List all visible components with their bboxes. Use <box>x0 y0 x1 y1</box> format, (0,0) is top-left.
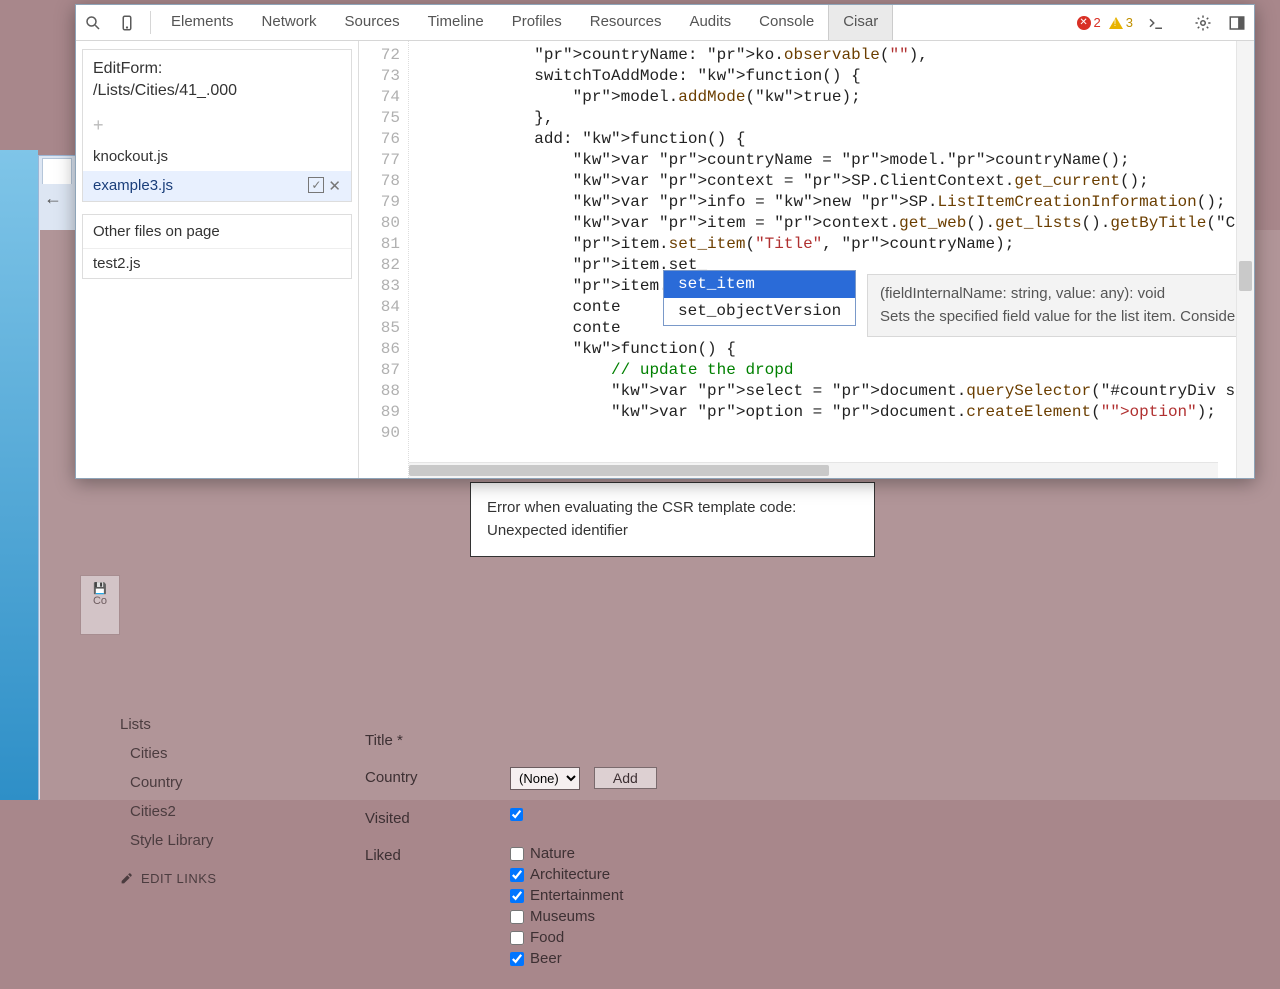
tab-network[interactable]: Network <box>248 5 331 40</box>
tab-profiles[interactable]: Profiles <box>498 5 576 40</box>
warning-count[interactable]: 3 <box>1109 15 1133 30</box>
sp-form: Title * Country (None) Add Visited Liked… <box>365 730 965 989</box>
separator <box>150 11 151 34</box>
liked-checkbox[interactable] <box>510 931 524 945</box>
browser-back-icon[interactable]: ← <box>44 188 62 209</box>
file-close-icon[interactable]: ✕ <box>328 177 341 195</box>
error-count[interactable]: ✕2 <box>1077 15 1101 30</box>
liked-checkbox[interactable] <box>510 847 524 861</box>
file-test2[interactable]: test2.js <box>83 249 351 278</box>
sp-nav-heading[interactable]: Lists <box>100 710 290 739</box>
sp-country-select[interactable]: (None) <box>510 767 580 790</box>
signature-tooltip: (fieldInternalName: string, value: any):… <box>867 274 1236 337</box>
device-mode-icon[interactable] <box>110 5 144 40</box>
cisar-sidebar: EditForm: /Lists/Cities/41_.000 + knocko… <box>76 41 359 478</box>
tab-elements[interactable]: Elements <box>157 5 248 40</box>
autocomplete-popup[interactable]: set_itemset_objectVersion <box>663 270 856 326</box>
sp-visited-checkbox[interactable] <box>510 808 523 821</box>
devtools-body: EditForm: /Lists/Cities/41_.000 + knocko… <box>76 41 1254 478</box>
liked-nature[interactable]: Nature <box>510 845 623 862</box>
liked-food[interactable]: Food <box>510 929 623 946</box>
devtools-window: ElementsNetworkSourcesTimelineProfilesRe… <box>75 4 1255 479</box>
horizontal-scrollbar[interactable] <box>409 462 1218 478</box>
file-check-icon[interactable]: ✓ <box>308 177 324 193</box>
sp-country-label: Country <box>365 767 510 786</box>
sp-liked-label: Liked <box>365 845 510 864</box>
liked-entertainment[interactable]: Entertainment <box>510 887 623 904</box>
liked-museums[interactable]: Museums <box>510 908 623 925</box>
line-gutter: 72 73 74 75 76 77 78 79 80 81 82 83 84 8… <box>359 41 409 478</box>
file-example3[interactable]: example3.js ✓ ✕ <box>83 171 351 201</box>
liked-beer[interactable]: Beer <box>510 950 623 967</box>
liked-architecture[interactable]: Architecture <box>510 866 623 883</box>
sidebar-header: EditForm: /Lists/Cities/41_.000 <box>83 50 351 111</box>
sp-nav-cities2[interactable]: Cities2 <box>100 797 290 826</box>
sp-nav-cities[interactable]: Cities <box>100 739 290 768</box>
sp-title-label: Title * <box>365 730 510 749</box>
sp-toolbar-button[interactable]: 💾Co <box>80 575 120 635</box>
code-editor[interactable]: 72 73 74 75 76 77 78 79 80 81 82 83 84 8… <box>359 41 1254 478</box>
ac-item-set_objectVersion[interactable]: set_objectVersion <box>664 298 855 325</box>
sp-edit-links[interactable]: EDIT LINKS <box>100 871 290 886</box>
file-knockout[interactable]: knockout.js <box>83 142 351 171</box>
tab-timeline[interactable]: Timeline <box>414 5 498 40</box>
tab-audits[interactable]: Audits <box>675 5 745 40</box>
show-drawer-icon[interactable] <box>1139 14 1173 32</box>
sp-add-button[interactable]: Add <box>594 767 657 789</box>
sp-visited-label: Visited <box>365 808 510 827</box>
liked-checkbox[interactable] <box>510 889 524 903</box>
sp-left-nav: Lists Cities Country Cities2 Style Libra… <box>100 710 290 886</box>
liked-checkbox[interactable] <box>510 952 524 966</box>
settings-icon[interactable] <box>1186 14 1220 32</box>
pencil-icon <box>120 872 133 885</box>
tab-cisar[interactable]: Cisar <box>828 5 893 40</box>
sp-nav-style-library[interactable]: Style Library <box>100 826 290 855</box>
devtools-toolbar: ElementsNetworkSourcesTimelineProfilesRe… <box>76 5 1254 41</box>
tab-sources[interactable]: Sources <box>331 5 414 40</box>
sp-liked-group: Nature Architecture Entertainment Museums Fo… <box>510 845 623 971</box>
add-file-button[interactable]: + <box>83 111 351 142</box>
tab-resources[interactable]: Resources <box>576 5 676 40</box>
code-area[interactable]: "pr">countryName: "pr">ko.observable("")… <box>409 41 1236 478</box>
dock-icon[interactable] <box>1220 14 1254 32</box>
sp-nav-country[interactable]: Country <box>100 768 290 797</box>
ac-item-set_item[interactable]: set_item <box>664 271 855 298</box>
liked-checkbox[interactable] <box>510 868 524 882</box>
error-icon: ✕ <box>1077 16 1091 30</box>
vertical-scrollbar[interactable] <box>1236 41 1254 478</box>
tab-console[interactable]: Console <box>745 5 828 40</box>
liked-checkbox[interactable] <box>510 910 524 924</box>
other-files-heading: Other files on page <box>83 215 351 249</box>
sp-csr-error: Error when evaluating the CSR template c… <box>470 482 875 557</box>
browser-tab[interactable] <box>42 158 72 184</box>
search-icon[interactable] <box>76 5 110 40</box>
warning-icon <box>1109 17 1123 29</box>
windows-taskbar <box>0 150 38 800</box>
